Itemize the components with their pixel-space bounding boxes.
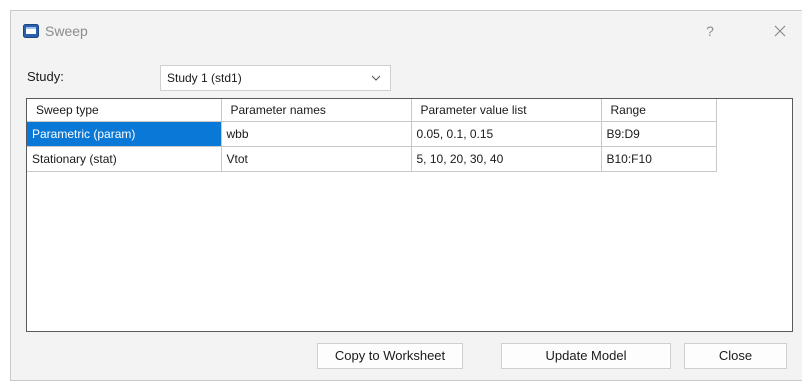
cell-sweep-type[interactable]: Parametric (param) xyxy=(27,121,222,147)
close-button[interactable]: Close xyxy=(684,343,787,369)
column-header-sweep-type[interactable]: Sweep type xyxy=(27,99,222,122)
study-dropdown[interactable]: Study 1 (std1) xyxy=(160,65,391,91)
cell-parameter-names[interactable]: Vtot xyxy=(221,146,412,172)
cell-sweep-type[interactable]: Stationary (stat) xyxy=(27,146,222,172)
cell-range[interactable]: B9:D9 xyxy=(601,121,717,147)
chevron-down-icon xyxy=(371,75,381,81)
update-model-button[interactable]: Update Model xyxy=(501,343,671,369)
cell-parameter-value-list[interactable]: 5, 10, 20, 30, 40 xyxy=(411,146,602,172)
sweep-dialog: Sweep ? Study: Study 1 (std1) Sweep type… xyxy=(10,10,802,381)
column-header-parameter-value-list[interactable]: Parameter value list xyxy=(411,99,602,122)
title-bar: Sweep ? xyxy=(11,11,802,51)
help-button[interactable]: ? xyxy=(697,20,723,42)
table-row[interactable]: Parametric (param) wbb 0.05, 0.1, 0.15 B… xyxy=(27,121,717,147)
cell-parameter-names[interactable]: wbb xyxy=(221,121,412,147)
study-label: Study: xyxy=(27,69,64,84)
app-window-icon xyxy=(23,24,39,38)
column-header-parameter-names[interactable]: Parameter names xyxy=(221,99,412,122)
table-row[interactable]: Stationary (stat) Vtot 5, 10, 20, 30, 40… xyxy=(27,146,717,172)
cell-parameter-value-list[interactable]: 0.05, 0.1, 0.15 xyxy=(411,121,602,147)
column-header-range[interactable]: Range xyxy=(601,99,717,122)
sweep-grid-table: Sweep type Parameter names Parameter val… xyxy=(27,99,717,172)
cell-range[interactable]: B10:F10 xyxy=(601,146,717,172)
dialog-title: Sweep xyxy=(45,23,88,39)
sweep-table[interactable]: Sweep type Parameter names Parameter val… xyxy=(26,98,793,332)
close-icon[interactable] xyxy=(767,20,793,42)
study-selected-value: Study 1 (std1) xyxy=(167,71,242,85)
copy-to-worksheet-button[interactable]: Copy to Worksheet xyxy=(317,343,463,369)
table-header-row: Sweep type Parameter names Parameter val… xyxy=(27,99,717,122)
